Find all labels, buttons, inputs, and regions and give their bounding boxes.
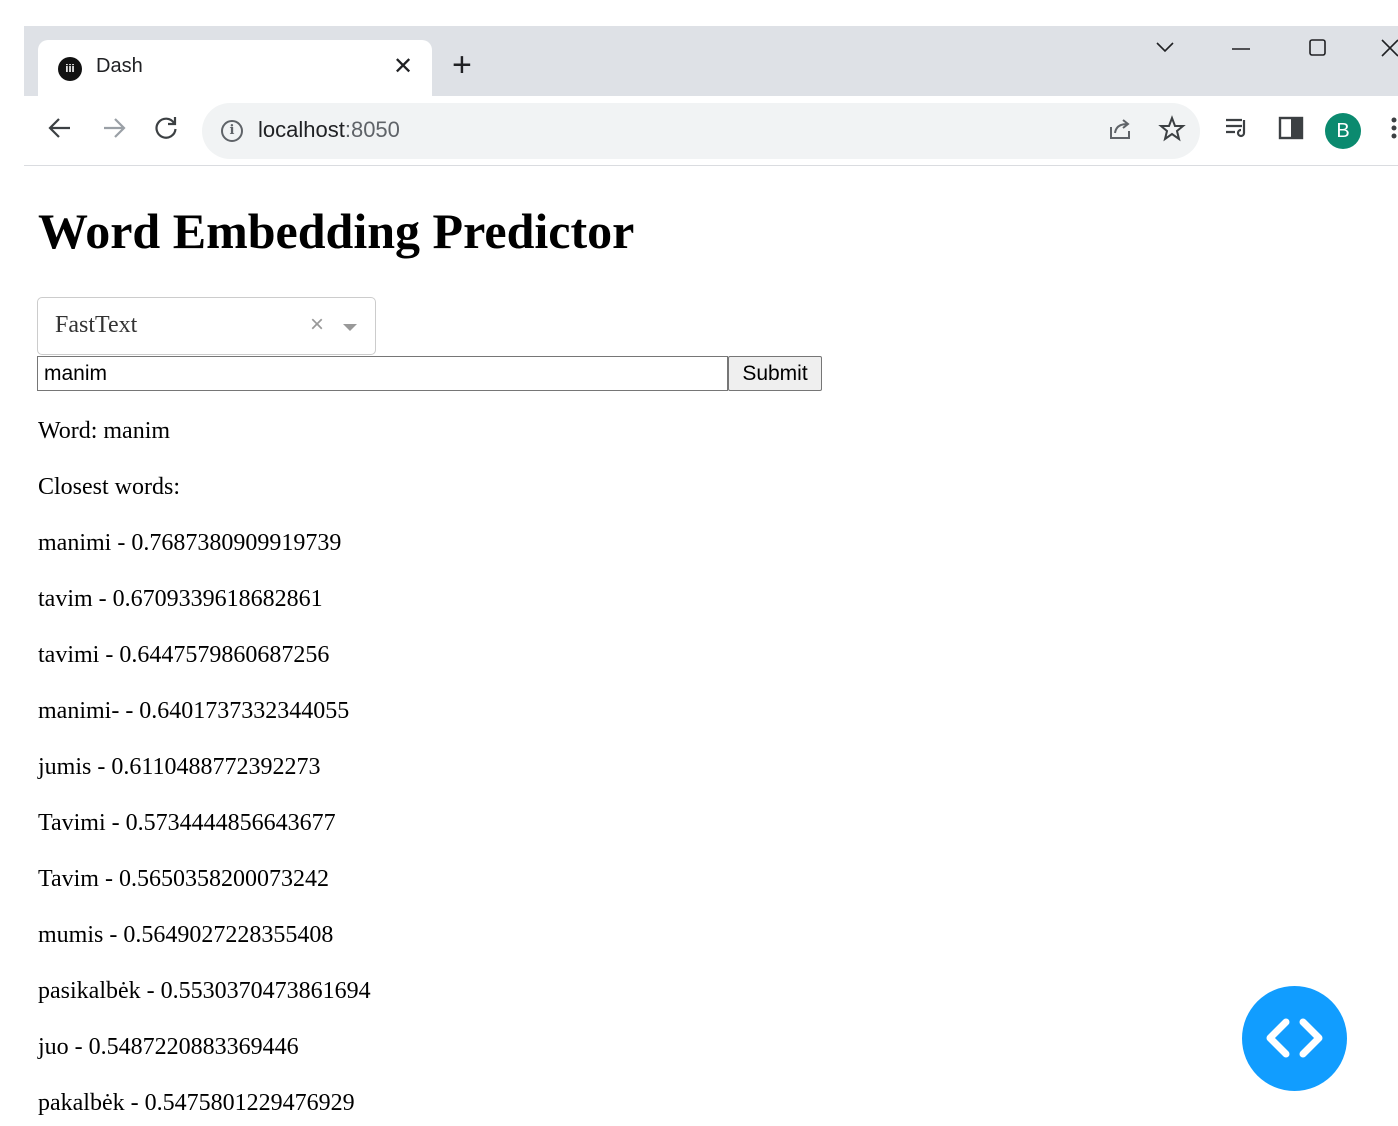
back-arrow-icon[interactable] xyxy=(46,114,74,148)
closest-word-item: jumis - 0.6110488772392273 xyxy=(38,754,321,780)
submit-button[interactable]: Submit xyxy=(728,356,822,391)
forward-arrow-icon[interactable] xyxy=(100,114,128,148)
dash-favicon-icon: iii xyxy=(58,57,82,81)
url-host: localhost xyxy=(258,117,345,142)
side-panel-icon[interactable] xyxy=(1277,114,1305,148)
tab-search-chevron-icon[interactable] xyxy=(1154,36,1176,66)
word-input[interactable] xyxy=(37,356,728,391)
tab-close-icon[interactable]: ✕ xyxy=(388,52,418,82)
closest-word-item: manimi- - 0.6401737332344055 xyxy=(38,698,350,724)
reload-icon[interactable] xyxy=(152,114,180,148)
word-line: Word: manim xyxy=(38,418,171,444)
window-close-icon[interactable] xyxy=(1380,36,1398,66)
new-tab-icon[interactable]: + xyxy=(452,48,472,82)
closest-word-item: tavim - 0.6709339618682861 xyxy=(38,586,323,612)
address-bar[interactable]: i localhost:8050 xyxy=(202,103,1200,159)
profile-avatar[interactable]: B xyxy=(1325,113,1361,149)
more-menu-icon[interactable] xyxy=(1386,114,1398,148)
code-brackets-icon xyxy=(1266,1018,1323,1058)
site-info-icon[interactable]: i xyxy=(221,120,243,142)
closest-word-item: pasikalbėk - 0.5530370473861694 xyxy=(38,978,371,1004)
closest-word-item: Tavim - 0.5650358200073242 xyxy=(38,866,329,892)
browser-tab[interactable]: iii Dash ✕ xyxy=(38,40,432,96)
reading-list-icon[interactable] xyxy=(1224,114,1252,148)
maximize-icon[interactable] xyxy=(1307,36,1329,66)
closest-word-item: mumis - 0.5649027228355408 xyxy=(38,922,334,948)
share-icon[interactable] xyxy=(1106,115,1134,149)
minimize-icon[interactable] xyxy=(1230,36,1252,66)
browser-tabstrip: iii Dash ✕ + xyxy=(24,26,1398,96)
url-port: :8050 xyxy=(344,117,400,142)
dropdown-arrow-icon[interactable] xyxy=(343,324,357,331)
closest-words-label: Closest words: xyxy=(38,474,181,500)
closest-word-item: juo - 0.5487220883369446 xyxy=(38,1034,299,1060)
model-dropdown[interactable]: FastText × xyxy=(37,297,376,355)
dash-debug-menu-button[interactable] xyxy=(1242,986,1347,1091)
model-dropdown-value: FastText xyxy=(55,312,138,338)
browser-toolbar: i localhost:8050 B xyxy=(24,96,1398,166)
closest-word-item: manimi - 0.7687380909919739 xyxy=(38,530,342,556)
url-text: localhost:8050 xyxy=(258,117,400,143)
page-title: Word Embedding Predictor xyxy=(38,203,635,259)
clear-selection-icon[interactable]: × xyxy=(310,311,324,339)
tab-title: Dash xyxy=(96,55,143,77)
closest-word-item: Tavimi - 0.5734444856643677 xyxy=(38,810,336,836)
closest-word-item: pakalbėk - 0.5475801229476929 xyxy=(38,1090,355,1116)
bookmark-star-icon[interactable] xyxy=(1158,115,1186,149)
closest-word-item: tavimi - 0.6447579860687256 xyxy=(38,642,330,668)
